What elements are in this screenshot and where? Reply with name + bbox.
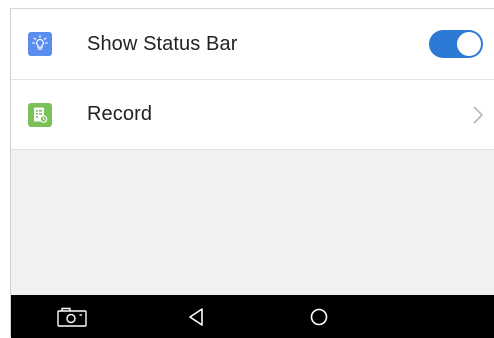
settings-list: Show Status Bar Record bbox=[11, 9, 494, 150]
lightbulb-icon bbox=[28, 32, 52, 56]
toggle-knob bbox=[457, 32, 481, 56]
back-icon[interactable] bbox=[185, 305, 207, 329]
screenshot-icon[interactable] bbox=[55, 305, 89, 329]
show-status-bar-label: Show Status Bar bbox=[87, 32, 238, 55]
navigation-bar bbox=[11, 295, 494, 338]
home-icon[interactable] bbox=[308, 305, 330, 329]
app-screen: Show Status Bar Record bbox=[10, 8, 494, 338]
record-document-icon bbox=[28, 102, 52, 127]
setting-row-record[interactable]: Record bbox=[11, 79, 494, 149]
list-divider bbox=[11, 149, 494, 150]
setting-row-show-status-bar[interactable]: Show Status Bar bbox=[11, 9, 494, 79]
show-status-bar-toggle[interactable] bbox=[429, 30, 483, 58]
chevron-right-icon bbox=[473, 105, 483, 124]
record-label: Record bbox=[87, 103, 153, 125]
